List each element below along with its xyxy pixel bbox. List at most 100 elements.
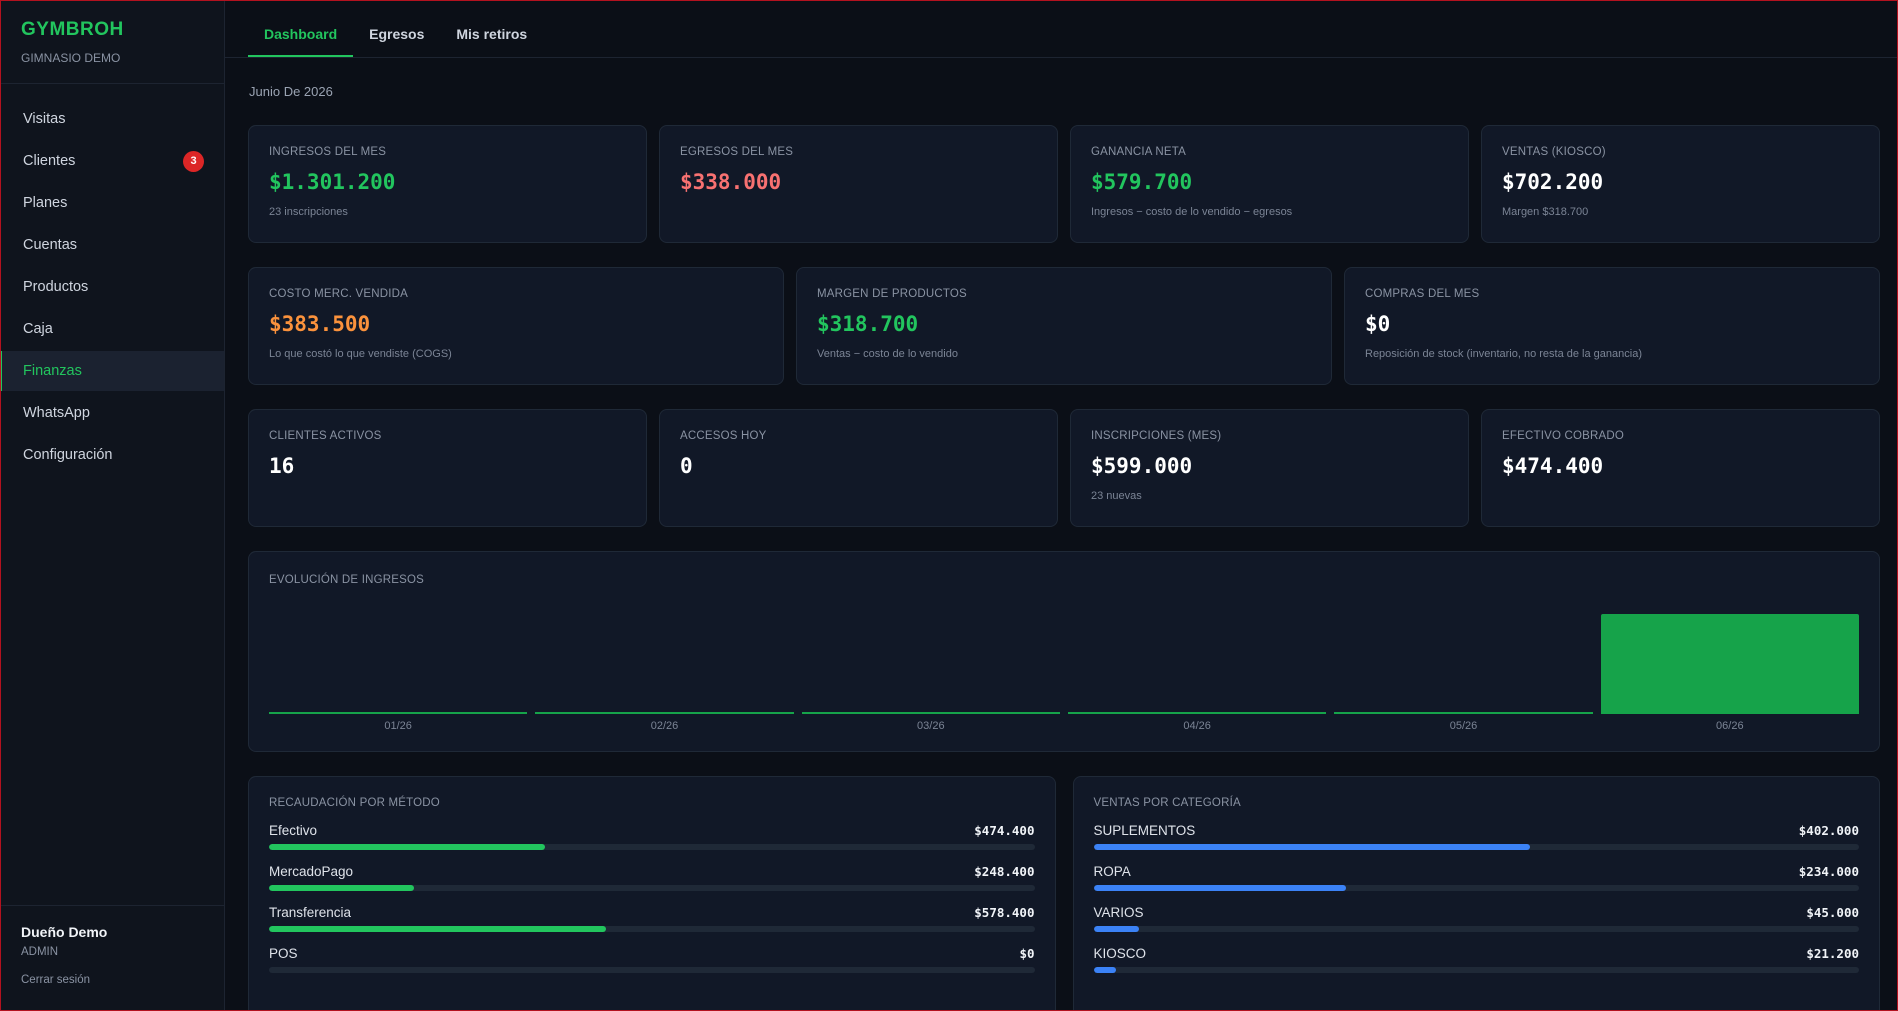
sidebar-item-cuentas[interactable]: Cuentas [1, 225, 224, 265]
chart-bar[interactable] [1334, 712, 1593, 714]
chart-x-tick-label: 02/26 [650, 720, 679, 732]
kpi-card: INSCRIPCIONES (MES) $599.000 23 nuevas [1070, 409, 1469, 527]
kpi-value: 16 [269, 454, 295, 478]
chart-bar-column: 04/26 [1068, 614, 1327, 732]
sidebar-item-label: Cuentas [23, 237, 78, 253]
kpi-label: MARGEN DE PRODUCTOS [817, 288, 967, 300]
list-item-value: $21.200 [1806, 946, 1859, 961]
list-item: MercadoPago $248.400 [269, 864, 1035, 891]
kpi-label: COSTO MERC. VENDIDA [269, 288, 409, 300]
progress-track [269, 967, 1035, 973]
sidebar-item-caja[interactable]: Caja [1, 309, 224, 349]
kpi-card: EFECTIVO COBRADO $474.400 [1481, 409, 1880, 527]
kpi-label: CLIENTES ACTIVOS [269, 430, 382, 442]
kpi-card: COSTO MERC. VENDIDA $383.500 Lo que costó … [248, 267, 784, 385]
progress-track [1093, 967, 1859, 973]
progress-fill [269, 844, 545, 850]
chart-x-tick-label: 05/26 [1449, 720, 1478, 732]
kpi-subtext: Ingresos − costo de lo vendido − egresos [1091, 206, 1293, 218]
sidebar-item-label: Caja [23, 321, 53, 337]
kpi-label: EGRESOS DEL MES [680, 146, 794, 158]
sidebar-item-visitas[interactable]: Visitas [1, 99, 224, 139]
sidebar-nav: Visitas Clientes 3 Planes Cuentas Productos Ca… [1, 84, 224, 905]
sidebar: GYMBROH GIMNASIO DEMO Visitas Clientes 3 Pl… [1, 1, 225, 1010]
payment-methods-card: RECAUDACIÓN POR MÉTODO Efectivo $474.400 M… [248, 776, 1056, 1010]
list-item-header: Efectivo $474.400 [269, 823, 1035, 838]
user-role: ADMIN [21, 946, 59, 958]
logout-link[interactable]: Cerrar sesión [21, 974, 204, 986]
chart-bar[interactable] [269, 712, 528, 714]
progress-fill [1093, 967, 1117, 973]
kpi-card: CLIENTES ACTIVOS 16 [248, 409, 647, 527]
progress-fill [1093, 926, 1140, 932]
main-content: Dashboard Egresos Mis retiros Junio De 202… [225, 1, 1897, 1010]
chart-bar[interactable] [801, 712, 1060, 714]
sidebar-item-finanzas[interactable]: Finanzas [1, 351, 224, 391]
kpi-card: INGRESOS DEL MES $1.301.200 23 inscripcion… [248, 125, 647, 243]
kpi-value: 0 [680, 454, 693, 478]
kpi-row-2: COSTO MERC. VENDIDA $383.500 Lo que costó … [248, 267, 1880, 385]
kpi-card: COMPRAS DEL MES $0 Reposición de stock (in… [1344, 267, 1880, 385]
list-item-value: $248.400 [974, 864, 1035, 879]
progress-track [1093, 926, 1859, 932]
kpi-label: INSCRIPCIONES (MES) [1091, 430, 1222, 442]
kpi-label: VENTAS (KIOSCO) [1502, 146, 1606, 158]
list-item-header: MercadoPago $248.400 [269, 864, 1035, 879]
progress-track [1093, 885, 1859, 891]
chart-bar[interactable] [1068, 712, 1327, 714]
kpi-card: ACCESOS HOY 0 [659, 409, 1058, 527]
chart-bar[interactable] [1600, 614, 1859, 714]
list-item: Transferencia $578.400 [269, 905, 1035, 932]
list-item-header: ROPA $234.000 [1094, 864, 1860, 879]
brand-name: GYMBROH [21, 19, 124, 40]
kpi-value: $338.000 [680, 170, 782, 194]
chart-bar-column: 06/26 [1600, 614, 1859, 732]
list-item-label: POS [269, 946, 298, 961]
sidebar-item-planes[interactable]: Planes [1, 183, 224, 223]
kpi-label: EFECTIVO COBRADO [1502, 430, 1625, 442]
chart-bar[interactable] [535, 712, 794, 714]
kpi-subtext: Lo que costó lo que vendiste (COGS) [269, 348, 452, 360]
list-item: Efectivo $474.400 [269, 823, 1035, 850]
progress-track [269, 926, 1035, 932]
progress-fill [269, 885, 415, 891]
sidebar-item-productos[interactable]: Productos [1, 267, 224, 307]
tab-mis-retiros[interactable]: Mis retiros [440, 1, 543, 57]
sidebar-item-configuracion[interactable]: Configuración [1, 435, 224, 475]
sidebar-item-whatsapp[interactable]: WhatsApp [1, 393, 224, 433]
kpi-value: $599.000 [1091, 454, 1193, 478]
kpi-subtext: 23 nuevas [1091, 490, 1142, 502]
tab-egresos[interactable]: Egresos [353, 1, 440, 57]
sidebar-item-label: Finanzas [23, 363, 82, 379]
sidebar-item-label: WhatsApp [23, 405, 90, 421]
list-item-header: POS $0 [269, 946, 1035, 961]
sidebar-item-label: Clientes [23, 153, 76, 169]
kpi-value: $0 [1365, 312, 1391, 336]
kpi-label: INGRESOS DEL MES [269, 146, 387, 158]
user-box: Dueño Demo ADMIN Cerrar sesión [1, 905, 224, 1010]
income-chart: EVOLUCIÓN DE INGRESOS 01/26 02/26 03/26 04/… [248, 551, 1880, 752]
kpi-value: $579.700 [1091, 170, 1193, 194]
tab-dashboard[interactable]: Dashboard [248, 1, 354, 57]
progress-fill [1093, 885, 1347, 891]
progress-fill [1093, 844, 1530, 850]
kpi-value: $1.301.200 [269, 170, 396, 194]
sidebar-item-label: Visitas [23, 111, 66, 127]
list-item-header: SUPLEMENTOS $402.000 [1094, 823, 1860, 838]
user-name: Dueño Demo [21, 924, 108, 940]
sidebar-item-label: Configuración [23, 447, 113, 463]
list-item-label: SUPLEMENTOS [1093, 823, 1196, 838]
kpi-row-1: INGRESOS DEL MES $1.301.200 23 inscripcion… [248, 125, 1880, 243]
list-item: KIOSCO $21.200 [1093, 946, 1859, 973]
kpi-subtext: Ventas − costo de lo vendido [817, 348, 958, 360]
sidebar-item-clientes[interactable]: Clientes 3 [1, 141, 224, 181]
list-item: VARIOS $45.000 [1093, 905, 1859, 932]
progress-fill [269, 926, 606, 932]
list-item: POS $0 [269, 946, 1035, 973]
progress-track [269, 885, 1035, 891]
list-item-label: ROPA [1093, 864, 1131, 879]
kpi-subtext: Reposición de stock (inventario, no rest… [1365, 348, 1642, 360]
list-item-value: $0 [1019, 946, 1035, 961]
chart-area: 01/26 02/26 03/26 04/26 05/26 06/26 [269, 612, 1859, 742]
dashboard: INGRESOS DEL MES $1.301.200 23 inscripcion… [248, 125, 1880, 1010]
